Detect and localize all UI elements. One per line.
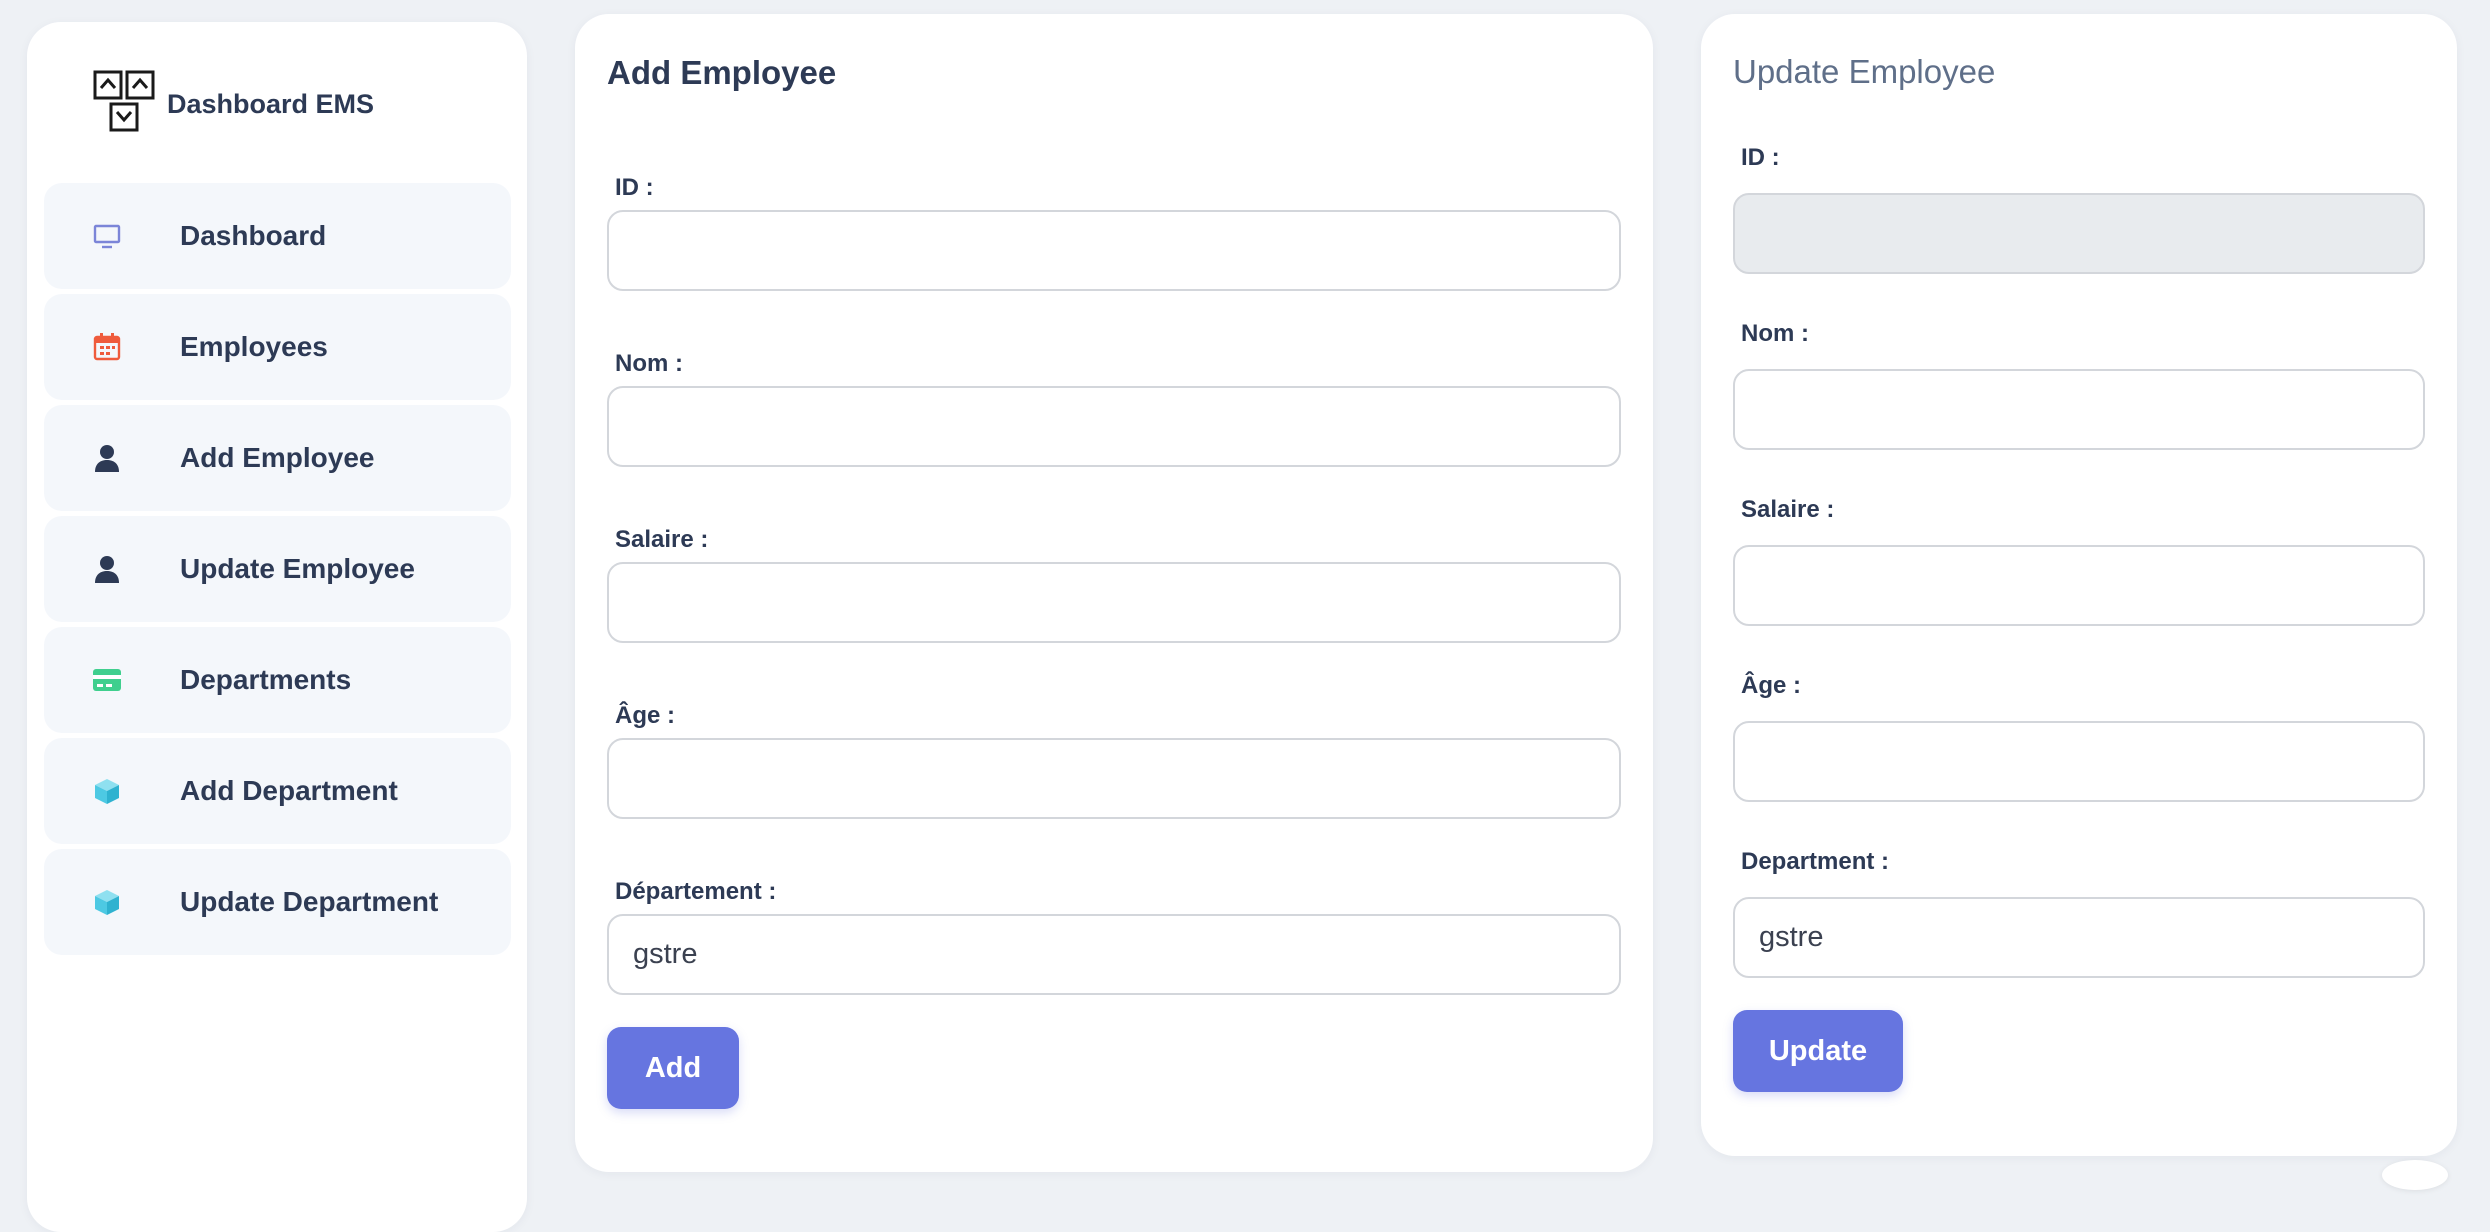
update-button[interactable]: Update xyxy=(1733,1010,1903,1092)
sidebar-item-label: Update Department xyxy=(180,886,439,917)
card-icon xyxy=(92,665,122,695)
sidebar-item-update-department[interactable]: Update Department xyxy=(44,849,511,955)
brand[interactable]: Dashboard EMS xyxy=(93,70,374,139)
salaire-input[interactable] xyxy=(607,562,1621,643)
nom-label: Nom : xyxy=(615,350,683,377)
floating-bubble[interactable] xyxy=(2382,1160,2448,1190)
sidebar-item-label: Update Employee xyxy=(180,553,415,584)
sidebar-item-add-department[interactable]: Add Department xyxy=(44,738,511,844)
age-input[interactable] xyxy=(607,738,1621,819)
age-label: Âge : xyxy=(615,702,675,729)
add-button[interactable]: Add xyxy=(607,1027,739,1109)
cube-icon xyxy=(92,887,122,917)
departement-input[interactable] xyxy=(607,914,1621,995)
salaire-label: Salaire : xyxy=(1741,496,1835,523)
add-employee-card: Add Employee ID : Nom : Salaire : Âge : … xyxy=(575,14,1653,1172)
age-label: Âge : xyxy=(1741,672,1801,699)
sidebar-item-dashboard[interactable]: Dashboard xyxy=(44,183,511,289)
sidebar-item-label: Add Department xyxy=(180,775,398,806)
id-label: ID : xyxy=(615,174,654,201)
sidebar-item-label: Employees xyxy=(180,331,328,362)
sidebar-item-label: Departments xyxy=(180,664,352,695)
cube-icon xyxy=(92,776,122,806)
department-input[interactable] xyxy=(1733,897,2425,978)
sidebar-item-label: Add Employee xyxy=(180,442,375,473)
salaire-input[interactable] xyxy=(1733,545,2425,626)
nom-input[interactable] xyxy=(1733,369,2425,450)
sidebar-item-label: Dashboard xyxy=(180,220,327,251)
salaire-label: Salaire : xyxy=(615,526,709,553)
sidebar: Dashboard EMS Dashboard Employees Add Em… xyxy=(27,22,527,1232)
user-icon xyxy=(92,443,122,473)
add-employee-title: Add Employee xyxy=(607,54,837,91)
age-input[interactable] xyxy=(1733,721,2425,802)
departement-label: Département : xyxy=(615,878,777,905)
sidebar-item-employees[interactable]: Employees xyxy=(44,294,511,400)
id-label: ID : xyxy=(1741,144,1780,171)
nom-input[interactable] xyxy=(607,386,1621,467)
monitor-icon xyxy=(92,221,122,251)
department-label: Department : xyxy=(1741,848,1890,875)
sidebar-item-add-employee[interactable]: Add Employee xyxy=(44,405,511,511)
ems-logo-icon xyxy=(93,70,155,139)
id-input[interactable] xyxy=(607,210,1621,291)
sidebar-item-departments[interactable]: Departments xyxy=(44,627,511,733)
nom-label: Nom : xyxy=(1741,320,1809,347)
calendar-icon xyxy=(92,332,122,362)
sidebar-item-update-employee[interactable]: Update Employee xyxy=(44,516,511,622)
update-employee-card: Update Employee ID : Nom : Salaire : Âge… xyxy=(1701,14,2457,1156)
brand-title: Dashboard EMS xyxy=(167,89,375,119)
id-input xyxy=(1733,193,2425,274)
user-icon xyxy=(92,554,122,584)
update-employee-title: Update Employee xyxy=(1733,53,1996,90)
